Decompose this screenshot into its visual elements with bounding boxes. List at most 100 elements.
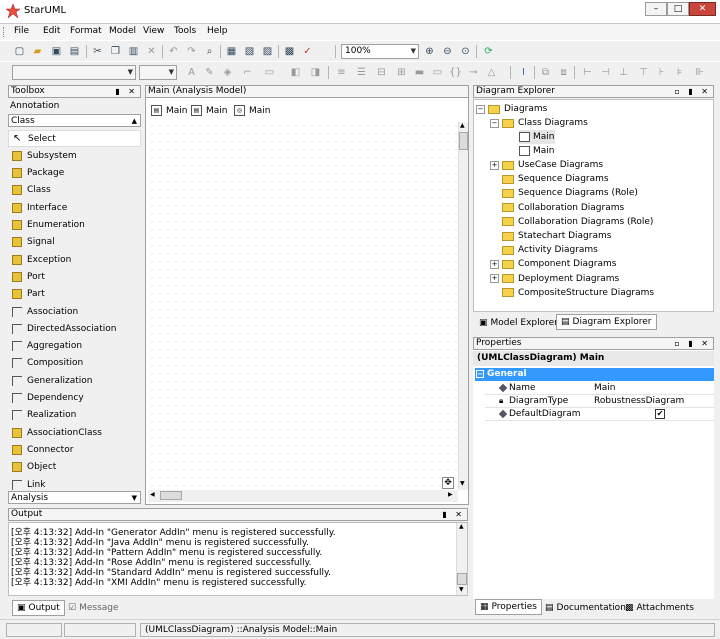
show-compartment-icon[interactable]: ⊟ bbox=[374, 65, 389, 80]
tree-diagram-main-2[interactable]: Main bbox=[519, 144, 555, 158]
expand-icon[interactable]: + bbox=[490, 160, 499, 170]
close-button[interactable]: ✕ bbox=[689, 2, 716, 16]
scroll-thumb[interactable] bbox=[459, 132, 468, 150]
menu-view[interactable]: View bbox=[143, 26, 164, 36]
toolbox-item-signal[interactable]: Signal bbox=[8, 234, 141, 251]
toolbox-item-exception[interactable]: Exception bbox=[8, 251, 141, 268]
align-center-icon[interactable]: ⊥ bbox=[616, 65, 631, 80]
tree-folder[interactable]: Sequence Diagrams (Role) bbox=[490, 186, 638, 200]
font-color-icon[interactable]: A bbox=[184, 65, 199, 80]
align-left-icon[interactable]: ⊢ bbox=[580, 65, 595, 80]
refresh-icon[interactable]: ⟳ bbox=[481, 44, 496, 59]
save-all-icon[interactable]: ▤ bbox=[67, 44, 82, 59]
tree-folder[interactable]: Sequence Diagrams bbox=[490, 172, 609, 186]
toolbox-item-package[interactable]: Package bbox=[8, 165, 141, 182]
suppress-icon[interactable]: ◧ bbox=[288, 65, 303, 80]
tree-folder[interactable]: Collaboration Diagrams bbox=[490, 201, 624, 215]
align-middle-icon[interactable]: ⊦ bbox=[654, 65, 669, 80]
scroll-thumb[interactable] bbox=[160, 491, 182, 500]
redo-icon[interactable]: ↷ bbox=[184, 44, 199, 59]
collapse-icon[interactable]: − bbox=[476, 104, 485, 114]
fill-color-icon[interactable]: ◈ bbox=[220, 65, 235, 80]
tree-diagram-main-1[interactable]: Main bbox=[519, 130, 555, 144]
scroll-right-icon[interactable]: ▶ bbox=[448, 491, 453, 498]
diagram-export-icon[interactable]: ▧ bbox=[242, 44, 257, 59]
zoom-fit-icon[interactable]: ⊙ bbox=[458, 44, 473, 59]
toolbox-item-association-class[interactable]: AssociationClass bbox=[8, 424, 141, 441]
pane-buttons[interactable]: ▮ ✕ bbox=[442, 509, 465, 520]
collapse-icon[interactable]: − bbox=[476, 370, 484, 378]
diagram-tab-1[interactable]: ▤ Main bbox=[151, 102, 188, 119]
toolbox-item-subsystem[interactable]: Subsystem bbox=[8, 147, 141, 164]
property-value[interactable]: Main bbox=[594, 383, 616, 393]
validate-icon[interactable]: ✓ bbox=[300, 44, 315, 59]
scroll-down-icon[interactable]: ▼ bbox=[460, 480, 465, 487]
toolbox-item-interface[interactable]: Interface bbox=[8, 199, 141, 216]
realize-icon[interactable]: ⊸ bbox=[466, 65, 481, 80]
toolbox-category-annotation[interactable]: Annotation bbox=[8, 100, 141, 113]
tree-folder[interactable]: Statechart Diagrams bbox=[490, 229, 611, 243]
diagram-tab-2[interactable]: ▤ Main bbox=[191, 102, 228, 119]
property-row-name[interactable]: Name Main bbox=[485, 382, 714, 395]
ungroup-icon[interactable]: ⧈ bbox=[556, 65, 571, 80]
group-icon[interactable]: ⧉ bbox=[538, 65, 553, 80]
tree-folder[interactable]: + UseCase Diagrams bbox=[490, 158, 603, 172]
package-view-icon[interactable]: ▬ bbox=[412, 65, 427, 80]
diagram-tab-3[interactable]: ◎ Main bbox=[234, 102, 271, 119]
tab-diagram-explorer[interactable]: ▤ Diagram Explorer bbox=[556, 314, 657, 330]
property-row-diagramtype[interactable]: 🔒︎ DiagramType RobustnessDiagram bbox=[485, 395, 714, 408]
distribute-icon[interactable]: ⊪ bbox=[692, 65, 707, 80]
paste-icon[interactable]: ▥ bbox=[126, 44, 141, 59]
menu-model[interactable]: Model bbox=[109, 26, 136, 36]
toolbox-item-object[interactable]: Object bbox=[8, 459, 141, 476]
scroll-thumb[interactable] bbox=[457, 573, 467, 585]
default-diagram-checkbox[interactable]: ✔ bbox=[655, 409, 665, 419]
toolbox-item-class[interactable]: Class bbox=[8, 182, 141, 199]
toolbox-item-part[interactable]: Part bbox=[8, 286, 141, 303]
tree-class-diagrams[interactable]: − Class Diagrams bbox=[490, 116, 588, 130]
toolbox-item-composition[interactable]: Composition bbox=[8, 355, 141, 372]
diagram-print-icon[interactable]: ▨ bbox=[260, 44, 275, 59]
show-operations-icon[interactable]: ☰ bbox=[354, 65, 369, 80]
menu-help[interactable]: Help bbox=[207, 26, 228, 36]
align-top-icon[interactable]: ⊤ bbox=[636, 65, 651, 80]
font-name-combo[interactable]: ▼ bbox=[12, 65, 136, 80]
scroll-left-icon[interactable]: ◀ bbox=[150, 491, 155, 498]
toolbox-category-class[interactable]: Class ▲ bbox=[8, 114, 141, 127]
diagram-tool-icon[interactable]: ▦ bbox=[224, 44, 239, 59]
menu-format[interactable]: Format bbox=[70, 26, 102, 36]
output-vertical-scrollbar[interactable]: ▲ ▼ bbox=[456, 523, 467, 595]
parent-view-icon[interactable]: ▭ bbox=[430, 65, 445, 80]
tab-attachments[interactable]: ▩ Attachments bbox=[621, 600, 698, 616]
tree-folder[interactable]: + Deployment Diagrams bbox=[490, 272, 619, 286]
align-bottom-icon[interactable]: ⊧ bbox=[672, 65, 687, 80]
zoom-out-icon[interactable]: ⊖ bbox=[440, 44, 455, 59]
pane-buttons[interactable]: ▮ ✕ bbox=[115, 86, 138, 97]
toolbox-item-select[interactable]: ↖ Select bbox=[8, 130, 141, 147]
font-size-combo[interactable]: ▼ bbox=[139, 65, 177, 80]
align-right-icon[interactable]: ⊣ bbox=[598, 65, 613, 80]
style-icon[interactable]: ◨ bbox=[308, 65, 323, 80]
new-file-icon[interactable]: ▢ bbox=[12, 44, 27, 59]
tree-folder[interactable]: Activity Diagrams bbox=[490, 243, 598, 257]
toolbox-item-aggregation[interactable]: Aggregation bbox=[8, 338, 141, 355]
open-folder-icon[interactable]: ▰ bbox=[30, 44, 45, 59]
scroll-down-icon[interactable]: ▼ bbox=[459, 586, 464, 593]
delete-icon[interactable]: ✕ bbox=[144, 44, 159, 59]
tab-output[interactable]: ▣ Output bbox=[12, 600, 65, 616]
pane-buttons[interactable]: ▫ ▮ ✕ bbox=[674, 86, 711, 97]
tree-folder[interactable]: + Component Diagrams bbox=[490, 257, 616, 271]
show-ops-sig-icon[interactable]: ⊞ bbox=[394, 65, 409, 80]
toolbox-item-realization[interactable]: Realization bbox=[8, 407, 141, 424]
show-attributes-icon[interactable]: ≡ bbox=[334, 65, 349, 80]
property-row-defaultdiagram[interactable]: DefaultDiagram ✔ bbox=[485, 408, 714, 421]
line-style-icon[interactable]: ⌐ bbox=[240, 65, 255, 80]
zoom-in-icon[interactable]: ⊕ bbox=[422, 44, 437, 59]
generalize-icon[interactable]: △ bbox=[484, 65, 499, 80]
menu-file[interactable]: File bbox=[14, 26, 29, 36]
toolbox-item-dependency[interactable]: Dependency bbox=[8, 390, 141, 407]
tree-folder[interactable]: Collaboration Diagrams (Role) bbox=[490, 215, 653, 229]
tab-properties[interactable]: ▦ Properties bbox=[475, 599, 542, 615]
save-icon[interactable]: ▣ bbox=[49, 44, 64, 59]
undo-icon[interactable]: ↶ bbox=[166, 44, 181, 59]
